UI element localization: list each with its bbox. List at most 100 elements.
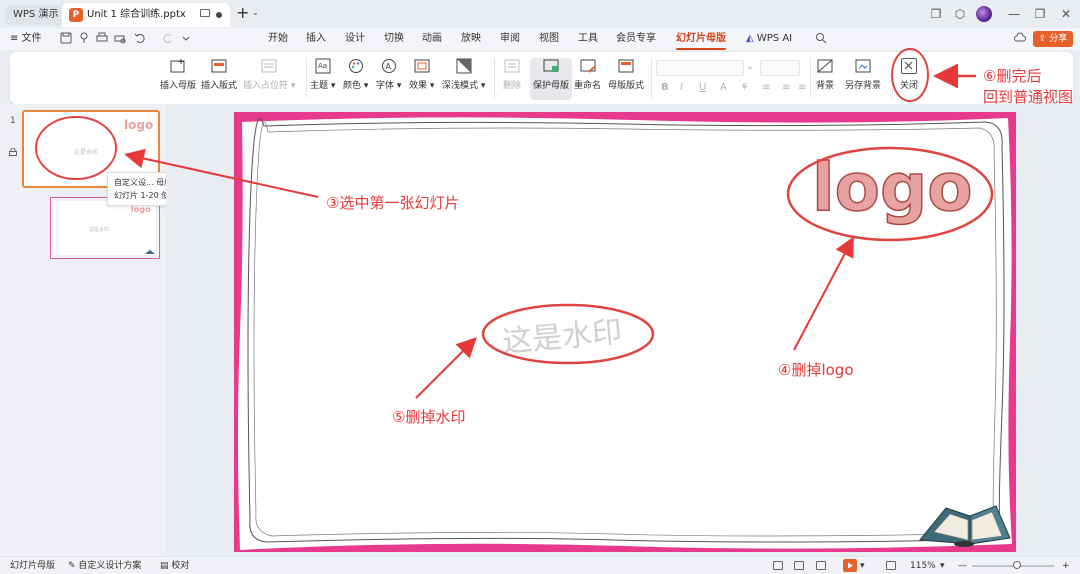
save-background-label: 另存背景 [845, 81, 882, 91]
play-slideshow-button[interactable] [843, 559, 857, 572]
font-size-dropdown[interactable] [760, 60, 800, 76]
tab-animation[interactable]: 动画 [422, 32, 442, 46]
tab-slideshow[interactable]: 放映 [461, 32, 481, 46]
monitor-icon[interactable] [200, 9, 210, 17]
document-tab[interactable]: P Unit 1 综合训练.pptx [62, 3, 230, 27]
custom-scheme-button[interactable]: ✎ 自定义设计方案 [68, 560, 141, 572]
master-slide[interactable]: logo 这是水印 [234, 112, 1016, 552]
divider [810, 58, 811, 98]
highlight-icon[interactable]: ⚘ [740, 82, 749, 93]
tab-member[interactable]: 会员专享 [616, 32, 656, 46]
cloud-upload-icon[interactable] [1014, 32, 1026, 44]
minimize-icon[interactable]: — [1006, 6, 1022, 22]
restore-icon[interactable]: ❐ [1032, 6, 1048, 22]
close-label: 关闭 [900, 81, 919, 91]
tab-tools[interactable]: 工具 [578, 32, 598, 46]
font-color-button[interactable]: A [720, 82, 727, 93]
shade-mode-label: 深浅模式 [442, 81, 479, 91]
reading-view-icon[interactable] [816, 561, 826, 570]
share-link-icon[interactable] [78, 32, 90, 44]
save-background-button[interactable]: 另存背景 [845, 58, 881, 91]
insert-master-button[interactable]: 插入母版 [160, 58, 196, 91]
file-menu[interactable]: ≡ 文件 [10, 32, 42, 46]
tab-view[interactable]: 视图 [539, 32, 559, 46]
italic-button[interactable]: I [680, 82, 683, 93]
close-master-view-button[interactable]: 关闭 [900, 58, 918, 91]
avatar[interactable] [976, 6, 992, 22]
chevron-down-icon[interactable]: ⌄ [252, 8, 259, 17]
bold-button[interactable]: B [661, 82, 669, 93]
align-center-icon[interactable]: ≡ [782, 82, 790, 93]
theme-icon: Aa [315, 58, 331, 74]
print-icon[interactable] [96, 32, 108, 44]
underline-button[interactable]: U [699, 82, 706, 93]
share-button[interactable]: ⇪ 分享 [1033, 31, 1073, 47]
fit-window-icon[interactable] [886, 561, 896, 570]
insert-placeholder-button[interactable]: 插入占位符 ▾ [243, 58, 295, 91]
theme-button[interactable]: Aa 主题 ▾ [310, 58, 335, 91]
rename-button[interactable]: 重命名 [574, 58, 601, 91]
layout-slide-thumbnail[interactable]: logo 这是水印 [50, 197, 160, 259]
new-tab-button[interactable]: + [236, 4, 249, 22]
divider [892, 58, 893, 98]
print-preview-icon[interactable] [114, 32, 126, 44]
insert-layout-label: 插入版式 [201, 81, 238, 91]
zoom-slider-handle[interactable] [1013, 561, 1021, 569]
shade-mode-icon [456, 58, 472, 74]
undo-icon[interactable] [134, 32, 146, 44]
app-name-tab[interactable]: WPS 演示 [6, 5, 66, 25]
redo-icon[interactable] [162, 32, 174, 44]
tab-review[interactable]: 审阅 [500, 32, 520, 46]
align-left-icon[interactable]: ≡ [762, 82, 770, 93]
font-name-dropdown[interactable] [656, 60, 744, 76]
view-name-label: 幻灯片母版 [10, 561, 56, 571]
normal-view-icon[interactable] [773, 561, 783, 570]
master-layout-button[interactable]: 母版版式 [608, 58, 644, 91]
save-icon[interactable] [60, 32, 72, 44]
tab-home[interactable]: 开始 [268, 32, 288, 46]
ribbon: 插入母版 插入版式 插入占位符 ▾ Aa 主题 ▾ 颜色 ▾ A 字体 ▾ 效果… [10, 52, 1073, 104]
insert-layout-button[interactable]: 插入版式 [201, 58, 237, 91]
divider [306, 58, 307, 98]
zoom-in-button[interactable]: + [1062, 560, 1070, 572]
shade-mode-button[interactable]: 深浅模式 ▾ [442, 58, 485, 91]
thumbnail-logo: logo [124, 118, 153, 132]
delete-label: 删除 [503, 81, 522, 91]
background-icon [817, 59, 833, 73]
protect-master-button[interactable]: 保护母版 [530, 58, 573, 100]
proofread-button[interactable]: ▤ 校对 [160, 560, 189, 572]
window-layout-icon[interactable]: ❐ [928, 6, 944, 22]
effect-button[interactable]: 效果 ▾ [409, 58, 434, 91]
tab-transition[interactable]: 切换 [384, 32, 404, 46]
align-right-icon[interactable]: ≡ [798, 82, 806, 93]
tab-slide-master[interactable]: 幻灯片母版 [676, 32, 726, 50]
close-window-icon[interactable]: ✕ [1058, 6, 1074, 22]
background-button[interactable]: 背景 [816, 58, 834, 91]
tab-insert[interactable]: 插入 [306, 32, 326, 46]
unsaved-dot-icon[interactable] [216, 12, 222, 18]
thumbnail-watermark: 这是水印 [74, 148, 98, 156]
annotation-step5: ⑤删掉水印 [392, 408, 466, 426]
palette-icon [348, 59, 363, 73]
chevron-down-icon[interactable] [180, 32, 192, 44]
tab-wps-ai[interactable]: ◭ WPS AI [746, 32, 792, 46]
font-label: 字体 [376, 81, 395, 91]
zoom-level[interactable]: 115% [910, 560, 936, 572]
tab-design[interactable]: 设计 [345, 32, 365, 46]
title-bar: WPS 演示 P Unit 1 综合训练.pptx + ⌄ ❐ ⬡ — ❐ ✕ [0, 0, 1080, 28]
insert-placeholder-label: 插入占位符 [243, 81, 289, 91]
cube-icon[interactable]: ⬡ [952, 6, 968, 22]
delete-button[interactable]: 删除 [503, 58, 521, 91]
insert-layout-icon [211, 59, 227, 73]
chevron-down-icon[interactable]: ▾ [940, 560, 945, 572]
color-button[interactable]: 颜色 ▾ [343, 58, 368, 91]
background-label: 背景 [816, 81, 835, 91]
chevron-down-icon[interactable]: ⌄ [746, 61, 754, 72]
chevron-down-icon[interactable]: ▾ [860, 560, 865, 572]
font-button[interactable]: A 字体 ▾ [376, 58, 401, 91]
design-scheme-icon: ✎ [68, 561, 76, 571]
zoom-out-button[interactable]: — [958, 560, 967, 572]
slide-artwork: logo 这是水印 [238, 117, 1012, 550]
search-icon[interactable] [815, 32, 827, 44]
slide-sorter-icon[interactable] [794, 561, 804, 570]
